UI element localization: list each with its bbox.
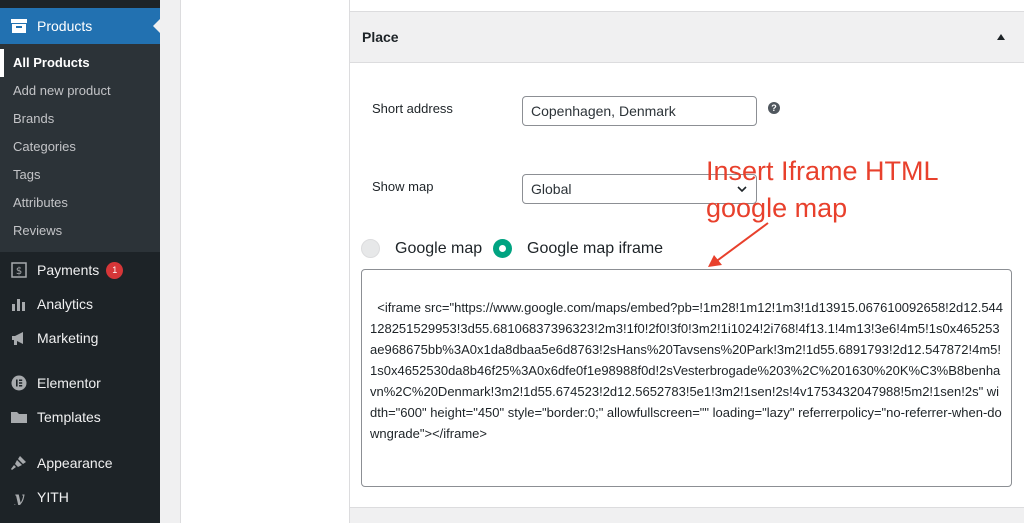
megaphone-icon [10, 329, 28, 347]
svg-text:$: $ [16, 266, 22, 277]
place-accordion-header[interactable]: Place [350, 11, 1024, 63]
help-icon[interactable]: ? [768, 102, 780, 114]
short-address-label: Short address [372, 101, 453, 116]
sidebar-item-appearance[interactable]: Appearance [0, 446, 160, 480]
sidebar-item-label: Templates [37, 409, 101, 425]
sidebar-item-label: Payments [37, 262, 100, 278]
paintbrush-icon [10, 454, 28, 472]
submenu-attributes[interactable]: Attributes [0, 189, 160, 217]
annotation-arrow-icon [708, 222, 769, 267]
sidebar-item-label: YITH [37, 489, 69, 505]
iframe-code-textarea[interactable]: <iframe src="https://www.google.com/maps… [361, 269, 1012, 487]
products-submenu: All Products Add new product Brands Cate… [0, 44, 160, 252]
submenu-brands[interactable]: Brands [0, 105, 160, 133]
folder-icon [10, 408, 28, 426]
sidebar-item-yith[interactable]: y YITH [0, 480, 160, 514]
radio-google-map-iframe[interactable] [493, 239, 512, 258]
sidebar-item-products[interactable]: Products [0, 8, 161, 44]
yith-icon: y [10, 488, 28, 506]
resize-handle-icon[interactable] [1001, 476, 1009, 484]
sidebar-item-label: Analytics [37, 296, 94, 312]
submenu-tags[interactable]: Tags [0, 161, 160, 189]
sidebar-item-elementor[interactable]: Elementor [0, 366, 160, 400]
section-title: Place [362, 29, 399, 45]
products-icon [10, 17, 28, 35]
sidebar-item-label: Products [37, 18, 93, 34]
payments-badge: 1 [106, 261, 124, 279]
sidebar-item-label: Appearance [37, 455, 113, 471]
dollar-icon: $ [10, 261, 28, 279]
sidebar-item-label: Elementor [37, 375, 101, 391]
short-address-input[interactable]: Copenhagen, Denmark [522, 96, 757, 126]
radio-google-map-label[interactable]: Google map [395, 240, 482, 258]
collapse-arrow-icon[interactable] [997, 34, 1005, 40]
submenu-categories[interactable]: Categories [0, 133, 160, 161]
submenu-add-new-product[interactable]: Add new product [0, 77, 160, 105]
sidebar-item-label: Marketing [37, 330, 99, 346]
show-map-label: Show map [372, 179, 434, 194]
sidebar-item-analytics[interactable]: Analytics [0, 287, 160, 321]
radio-google-map-iframe-label[interactable]: Google map iframe [527, 240, 663, 258]
sidebar-item-templates[interactable]: Templates [0, 400, 160, 434]
section-footer [350, 507, 1024, 523]
iframe-code-text: <iframe src="https://www.google.com/maps… [370, 300, 1004, 441]
sidebar-item-payments[interactable]: $ Payments 1 [0, 253, 160, 287]
svg-text:y: y [13, 489, 25, 505]
sidebar-item-marketing[interactable]: Marketing [0, 321, 160, 355]
admin-sidebar: Products All Products Add new product Br… [0, 0, 161, 523]
bar-chart-icon [10, 295, 28, 313]
radio-google-map[interactable] [361, 239, 380, 258]
submenu-reviews[interactable]: Reviews [0, 217, 160, 245]
elementor-icon [10, 374, 28, 392]
show-map-selected-value: Global [531, 181, 572, 197]
annotation-line-1: Insert Iframe HTML [706, 156, 939, 186]
submenu-all-products[interactable]: All Products [0, 49, 160, 77]
